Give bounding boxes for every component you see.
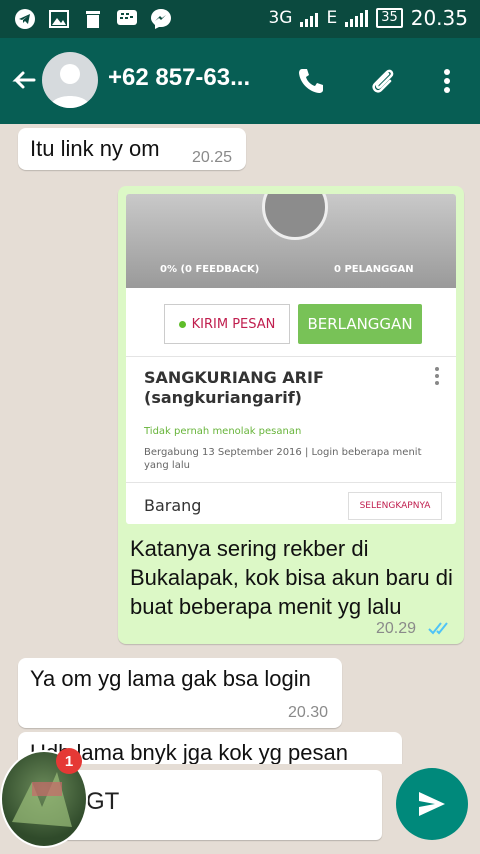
message-incoming[interactable]: Ya om yg lama gak bsa login 20.30 (18, 658, 342, 728)
message-time: 20.29 (376, 620, 417, 637)
profile-cover: 0% (0 FEEDBACK) 0 PELANGGAN (126, 194, 456, 288)
message-text: Ya om yg lama gak bsa login (30, 666, 311, 691)
message-text: Itu link ny om (30, 136, 160, 161)
attach-icon[interactable] (368, 66, 398, 96)
image-icon (48, 8, 70, 30)
seller-avatar (262, 194, 328, 240)
notification-icons (14, 8, 172, 30)
chat-area[interactable]: Itu link ny om 20.25 0% (0 FEEDBACK) 0 P… (0, 124, 480, 764)
seller-status: Tidak pernah menolak pesanan (144, 426, 302, 437)
trash-icon (82, 8, 104, 30)
menu-icon[interactable] (432, 66, 462, 96)
chat-header: +62 857-63... (0, 38, 480, 124)
clock: 20.35 (410, 6, 468, 30)
message-incoming[interactable]: Itu link ny om 20.25 (18, 128, 246, 170)
kirim-pesan-label: KIRIM PESAN (191, 316, 276, 332)
contact-avatar[interactable] (42, 52, 98, 108)
seller-name: SANGKURIANG ARIF (sangkuriangarif) (144, 368, 324, 408)
message-time: 20.25 (192, 149, 233, 166)
barang-label: Barang (144, 496, 202, 515)
berlangganan-button: BERLANGGAN (298, 304, 422, 344)
network-e: E (326, 8, 338, 28)
kebab-icon (434, 366, 440, 386)
pelanggan-stat: 0 PELANGGAN (334, 264, 414, 275)
battery-indicator: 35 (376, 8, 403, 28)
send-icon (419, 792, 445, 816)
notification-badge: 1 (56, 748, 82, 774)
telegram-icon (14, 8, 36, 30)
kirim-pesan-button: KIRIM PESAN (164, 304, 290, 344)
selengkapnya-button: SELENGKAPNYA (348, 492, 442, 520)
back-arrow-icon[interactable] (8, 66, 38, 96)
contact-name[interactable]: +62 857-63... (108, 64, 250, 92)
divider (126, 482, 456, 483)
message-outgoing-image[interactable]: 0% (0 FEEDBACK) 0 PELANGGAN KIRIM PESAN … (118, 186, 464, 644)
double-check-icon (428, 620, 452, 640)
signal-bars-icon (345, 9, 369, 27)
status-bar: 3G E 35 20.35 (0, 0, 480, 38)
seller-name-text: SANGKURIANG ARIF (144, 368, 324, 387)
online-dot-icon (178, 320, 186, 328)
system-indicators: 3G E 35 20.35 (268, 6, 468, 30)
send-button[interactable] (396, 768, 468, 840)
messenger-icon (150, 8, 172, 30)
network-3g: 3G (268, 8, 293, 28)
call-icon[interactable] (296, 66, 326, 96)
shared-image[interactable]: 0% (0 FEEDBACK) 0 PELANGGAN KIRIM PESAN … (126, 194, 456, 524)
divider (126, 356, 456, 357)
image-caption: Katanya sering rekber di Bukalapak, kok … (130, 536, 453, 619)
bbm-icon (116, 8, 138, 30)
message-input-text: GT (86, 788, 120, 815)
message-time: 20.30 (288, 704, 329, 721)
seller-joined: Bergabung 13 September 2016 | Login bebe… (144, 447, 422, 471)
seller-handle: (sangkuriangarif) (144, 388, 302, 407)
feedback-stat: 0% (0 FEEDBACK) (160, 264, 260, 275)
signal-bars-icon (300, 9, 319, 27)
